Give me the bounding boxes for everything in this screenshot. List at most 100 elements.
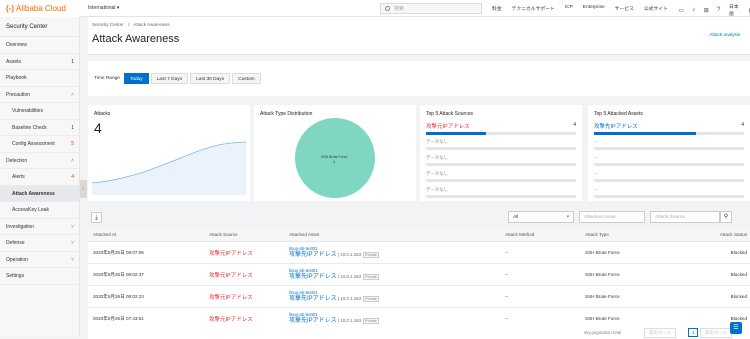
sidebar-item-vulnerabilities[interactable]: Vulnerabilities <box>0 103 79 120</box>
nav-services[interactable]: サービス <box>615 5 634 12</box>
alibaba-cloud-logo[interactable]: (-) Alibaba Cloud <box>0 0 80 17</box>
asset-private-ip: | 10.0.1.163 <box>336 317 362 323</box>
nav-enterprise[interactable]: Enterprise <box>583 5 605 12</box>
nav-pricing[interactable]: 料金 <box>492 5 502 12</box>
help-icon[interactable]: ? <box>714 5 722 15</box>
main-content: Security Center / Attack Awareness Attac… <box>88 17 750 339</box>
search-input[interactable]: 検索 <box>380 3 482 14</box>
asset-public-ip[interactable]: 攻撃先IPアドレス <box>289 274 337 280</box>
cell-attack-source[interactable]: 攻撃元IPアドレス <box>209 315 289 323</box>
cell-attack-type: SSH Brute Force <box>585 272 620 277</box>
top-icons: ▭ ♪ ⊞ ? 日本語 <box>677 3 750 17</box>
pie-value: 4 <box>333 160 335 164</box>
chevron-down-icon: ˅ <box>71 240 74 246</box>
asset-row-3: -- <box>594 155 744 166</box>
pagination: sky.pagination.total 前のページ 1 次のページ <box>88 327 750 339</box>
col-attacked-at: Attacked At <box>93 232 117 237</box>
sidebar-item-investigation[interactable]: Investigation ˅ <box>0 219 79 235</box>
next-page-button[interactable]: 次のページ <box>700 328 732 338</box>
cell-attacked-asset: linux-sb-test01 攻撃先IPアドレス | 10.0.1.163 Pri… <box>289 268 505 281</box>
sidebar-item-config-assessment[interactable]: Config Assessment 5 <box>0 136 79 153</box>
source-top-progress <box>426 132 576 135</box>
cell-attacked-at: 2020年5月26日 07:43:51 <box>93 315 144 321</box>
bell-icon[interactable]: ♪ <box>689 5 697 15</box>
time-range-last-7-days[interactable]: Last 7 Days <box>150 73 189 84</box>
logo-text: Alibaba Cloud <box>16 3 66 13</box>
attacks-trend-chart <box>91 141 247 195</box>
sidebar-item-label: Alerts <box>12 174 25 180</box>
region-selector[interactable]: International ▾ <box>88 5 119 11</box>
sidebar-item-overview[interactable]: Overview <box>0 37 79 54</box>
time-range-custom[interactable]: Custom <box>232 73 261 84</box>
sidebar-item-playbook[interactable]: Playbook <box>0 70 79 87</box>
source-row-5: データなし <box>426 187 576 198</box>
logo-mark: (-) <box>6 3 14 13</box>
pagination-total: sky.pagination.total <box>584 330 622 335</box>
attack-analysis-link[interactable]: Attack analysis <box>709 32 740 37</box>
sidebar-item-attack-awareness[interactable]: Attack Awareness <box>0 185 79 202</box>
sidebar-item-label: AccessKey Leak <box>12 207 49 213</box>
asset-public-ip[interactable]: 攻撃先IPアドレス <box>289 318 337 324</box>
cell-attack-method: -- <box>505 316 509 321</box>
asset-private-ip: | 10.0.1.163 <box>336 295 362 301</box>
time-range-bar: Time Range Today Last 7 Days Last 30 Day… <box>88 61 750 96</box>
asset-row-5: -- <box>594 187 744 198</box>
top-bar: (-) Alibaba Cloud International ▾ 検索 料金 … <box>0 0 750 17</box>
table-row[interactable]: 2020年5月26日 08:02:37 攻撃元IPアドレス linux-sb-tes… <box>88 264 750 286</box>
sidebar-item-label: Investigation <box>6 223 35 230</box>
cell-attack-source[interactable]: 攻撃元IPアドレス <box>209 271 289 279</box>
sidebar-item-baseline-check[interactable]: Baseline Check 1 <box>0 120 79 136</box>
sidebar-item-precaution[interactable]: Precaution ˄ <box>0 87 79 103</box>
attack-events-table: Attacked At Attack Source Attacked Asset… <box>88 228 750 330</box>
chevron-down-icon: ▾ <box>566 215 569 220</box>
table-toolbar: ⤓ All ▾ Attacked Asset Attack Source ⚲ <box>88 208 750 228</box>
cart-icon[interactable]: ⊞ <box>702 5 710 15</box>
sidebar-item-alerts[interactable]: Alerts 4 <box>0 169 79 186</box>
top-attack-sources-card: Top 5 Attack Sources 攻撃元IPアドレス 4 データなし デ… <box>420 105 582 201</box>
cell-attack-status: Blocked <box>730 316 747 321</box>
nav-support[interactable]: テクニカルサポート <box>512 5 555 12</box>
search-button[interactable]: ⚲ <box>720 211 732 223</box>
chat-help-button[interactable]: ☰ <box>730 322 742 334</box>
cell-attack-type: SSH Brute Force <box>585 250 620 255</box>
sidebar-item-operation[interactable]: Operation ˅ <box>0 252 79 268</box>
table-row[interactable]: 2020年5月26日 08:02:23 攻撃元IPアドレス linux-sb-tes… <box>88 286 750 308</box>
breadcrumb-security-center[interactable]: Security Center <box>92 22 124 27</box>
cell-attacked-at: 2020年5月26日 08:02:37 <box>93 271 144 277</box>
sidebar-item-label: Operation <box>6 256 28 263</box>
time-range-today[interactable]: Today <box>123 73 149 84</box>
asset-row-4: -- <box>594 171 744 182</box>
time-range-label: Time Range <box>94 76 120 81</box>
language-selector[interactable]: 日本語 <box>729 3 741 17</box>
table-row[interactable]: 2020年5月26日 08:07:06 攻撃元IPアドレス linux-sb-tes… <box>88 242 750 264</box>
source-row-1[interactable]: 攻撃元IPアドレス 4 <box>426 122 576 135</box>
time-range-last-30-days[interactable]: Last 30 Days <box>190 73 231 84</box>
col-attack-method: Attack Method <box>505 232 535 237</box>
nav-icp[interactable]: ICP <box>565 5 573 12</box>
sidebar-title: Security Center <box>0 17 79 37</box>
sidebar-item-detection[interactable]: Detection ˄ <box>0 153 79 169</box>
prev-page-button[interactable]: 前のページ <box>644 328 676 338</box>
asset-private-ip: | 10.0.1.163 <box>336 251 362 257</box>
asset-row-1[interactable]: 攻撃先IPアドレス 4 <box>594 122 744 135</box>
sidebar-item-accesskey-leak[interactable]: AccessKey Leak <box>0 202 79 219</box>
sidebar-collapse-handle[interactable]: ‹ <box>80 180 87 198</box>
table-header: Attacked At Attack Source Attacked Asset… <box>88 228 750 242</box>
sidebar-item-settings[interactable]: Settings <box>0 268 79 285</box>
sidebar-item-defense[interactable]: Defense ˅ <box>0 235 79 252</box>
attacked-asset-input[interactable]: Attacked Asset <box>579 211 645 223</box>
attack-source-input[interactable]: Attack Source <box>650 211 720 223</box>
cell-attack-method: -- <box>505 294 509 299</box>
cell-attack-source[interactable]: 攻撃元IPアドレス <box>209 293 289 301</box>
cell-attack-source[interactable]: 攻撃元IPアドレス <box>209 249 289 257</box>
sidebar-item-assets[interactable]: Assets 1 <box>0 54 79 70</box>
nav-official-site[interactable]: 公式サイト <box>644 5 668 12</box>
asset-top-progress <box>594 132 744 135</box>
pie-label: SSH Brute Force <box>321 155 348 159</box>
private-tag: Private <box>363 273 379 281</box>
download-button[interactable]: ⤓ <box>91 212 102 223</box>
asset-public-ip[interactable]: 攻撃先IPアドレス <box>289 252 337 258</box>
asset-public-ip[interactable]: 攻撃先IPアドレス <box>289 296 337 302</box>
cloud-shell-icon[interactable]: ▭ <box>677 5 685 15</box>
asset-filter-select[interactable]: All ▾ <box>508 211 574 223</box>
